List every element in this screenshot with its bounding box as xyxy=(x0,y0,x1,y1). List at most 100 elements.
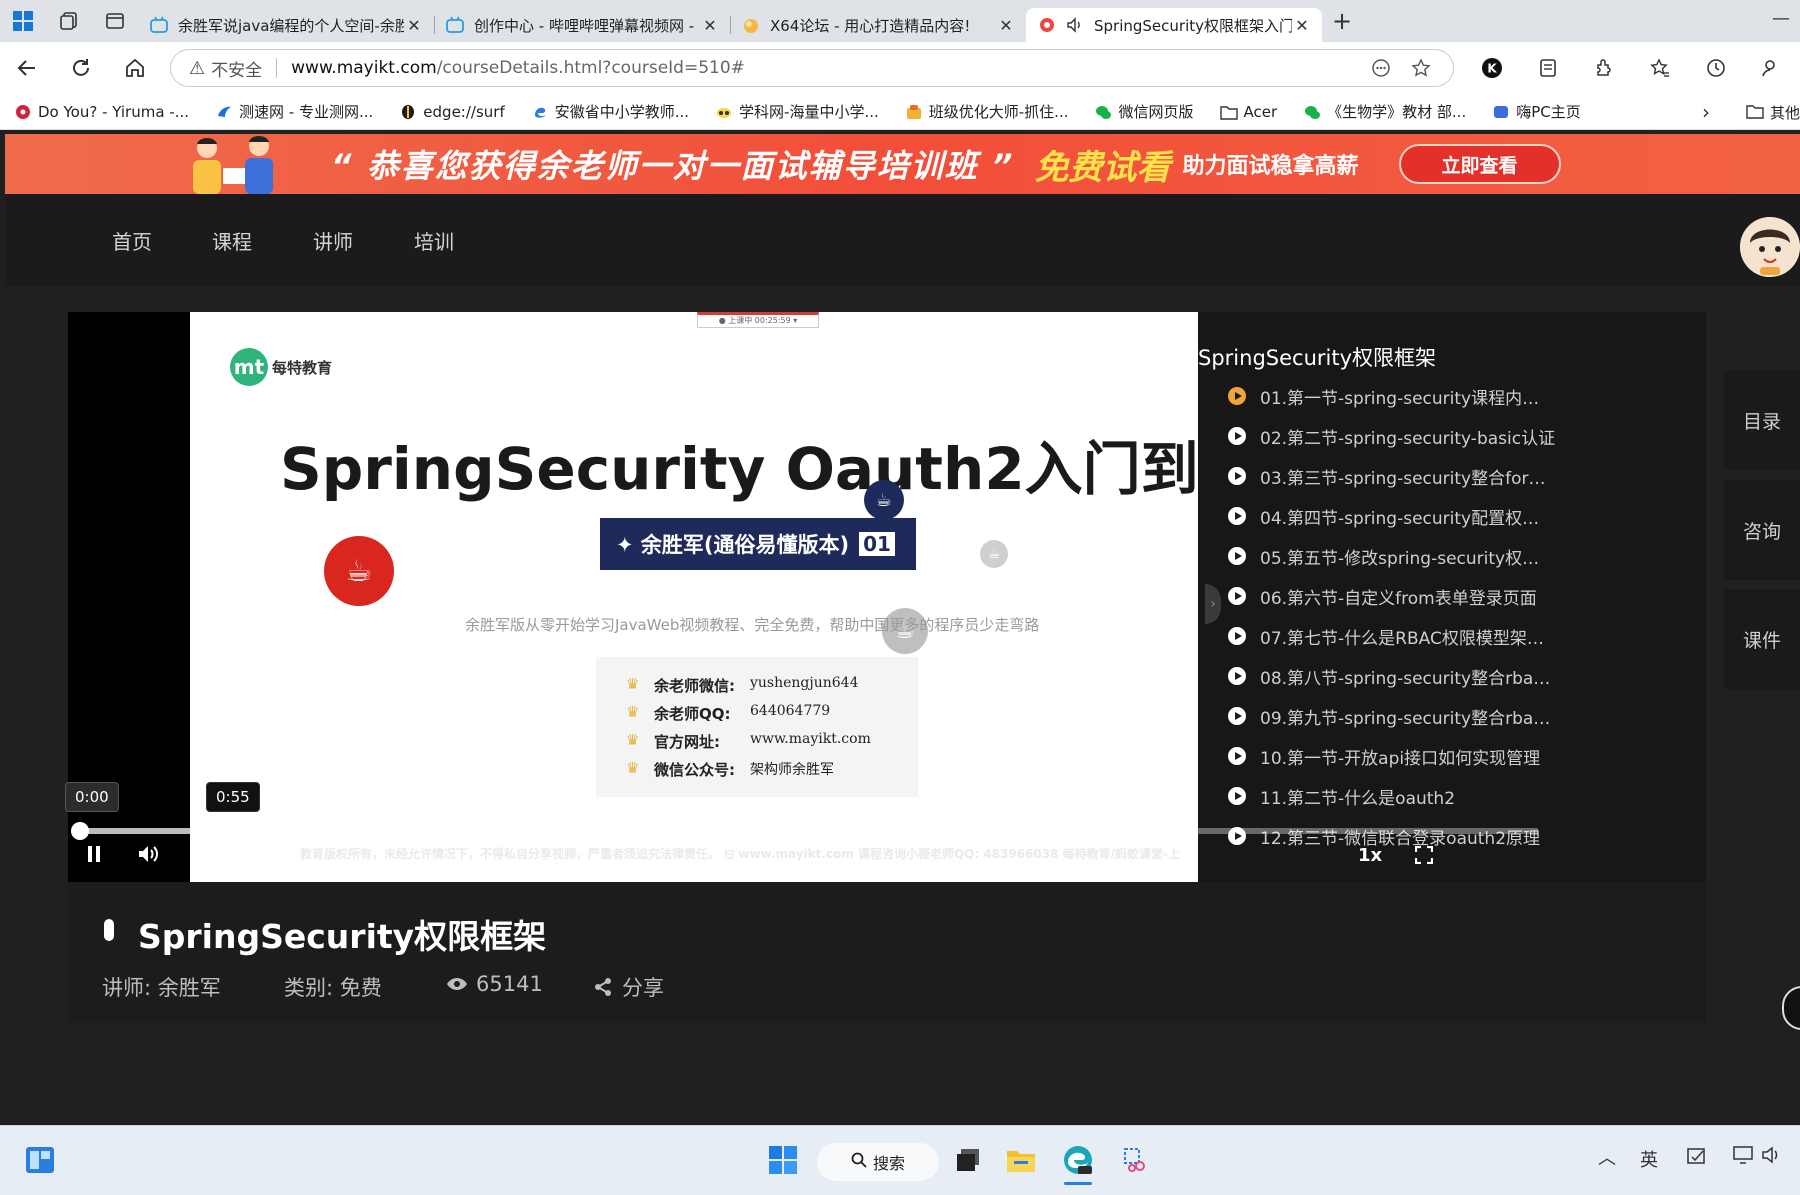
promo-banner[interactable]: “ 恭喜您获得余老师一对一面试辅导培训班 ” 免费试看 助力面试稳拿高薪 立即查… xyxy=(5,134,1800,194)
bookmark-item[interactable]: 《生物学》教材 部... xyxy=(1303,101,1466,122)
warning-icon[interactable]: ⚠ xyxy=(189,58,205,79)
course-teacher: 讲师: 余胜军 xyxy=(102,976,221,1000)
playlist-item[interactable]: 10.第一节-开放api接口如何实现管理 xyxy=(1228,744,1648,769)
reading-mode-icon[interactable] xyxy=(1361,58,1401,78)
volume-icon[interactable] xyxy=(136,842,160,870)
close-tab-icon[interactable]: ✕ xyxy=(700,16,720,35)
favorites-icon[interactable] xyxy=(1632,42,1688,94)
playlist-item[interactable]: 05.第五节-修改spring-security权… xyxy=(1228,544,1648,569)
playlist-item[interactable]: 02.第二节-spring-security-basic认证 xyxy=(1228,424,1648,449)
playlist-item[interactable]: 07.第七节-什么是RBAC权限模型架… xyxy=(1228,624,1648,649)
play-circle-icon xyxy=(1228,747,1246,765)
hover-time-tooltip: 0:55 xyxy=(206,782,260,812)
playlist-item[interactable]: 09.第九节-spring-security整合rba… xyxy=(1228,704,1648,729)
bookmark-item[interactable]: 班级优化大师-抓住... xyxy=(905,101,1068,122)
progress-handle[interactable] xyxy=(71,822,89,840)
tray-tools-icon[interactable] xyxy=(1686,1146,1708,1171)
edge-dev-icon[interactable] xyxy=(1060,1142,1096,1185)
browser-tab-1[interactable]: 余胜军说java编程的个人空间-余胜 ✕ xyxy=(138,8,434,42)
other-bookmarks[interactable]: 其他 xyxy=(1746,102,1800,123)
play-circle-icon xyxy=(1228,547,1246,565)
profile-share-icon[interactable] xyxy=(1744,42,1800,94)
playlist-item[interactable]: 01.第一节-spring-security课程内… xyxy=(1228,384,1648,409)
refresh-icon[interactable] xyxy=(54,42,108,94)
side-tab-catalog[interactable]: 目录 xyxy=(1724,370,1800,470)
crown-icon: ♛ xyxy=(626,731,640,749)
play-circle-icon xyxy=(1228,467,1246,485)
network-icon[interactable] xyxy=(1732,1144,1756,1171)
browser-tab-active[interactable]: SpringSecurity权限框架入门: ✕ xyxy=(1026,8,1322,42)
recording-timer: ● 上课中 00:25:59 ▾ xyxy=(697,312,819,328)
taskbar-search[interactable]: 搜索 xyxy=(817,1143,939,1181)
nav-teachers[interactable]: 讲师 xyxy=(313,226,353,255)
start-icon[interactable] xyxy=(765,1142,801,1178)
playlist-item-label: 03.第三节-spring-security整合for… xyxy=(1260,468,1546,489)
playlist-item[interactable]: 11.第二节-什么是oauth2 xyxy=(1228,784,1648,809)
favorite-star-icon[interactable] xyxy=(1401,58,1441,78)
bookmark-item[interactable]: 学科网-海量中小学... xyxy=(715,101,879,122)
minimize-window-icon[interactable]: — xyxy=(1772,8,1790,29)
bookmark-item[interactable]: edge://surf xyxy=(399,103,505,121)
close-tab-icon[interactable]: ✕ xyxy=(1292,16,1312,35)
haipc-favicon-icon xyxy=(1492,103,1510,121)
banner-cta-button[interactable]: 立即查看 xyxy=(1398,144,1561,184)
playlist-item[interactable]: 08.第八节-spring-security整合rba… xyxy=(1228,664,1648,689)
playback-rate-button[interactable]: 1x xyxy=(1358,845,1382,866)
bookmark-item[interactable]: 嗨PC主页 xyxy=(1492,101,1581,122)
playlist-item[interactable]: 04.第四节-spring-security配置权… xyxy=(1228,504,1648,529)
bookmark-item[interactable]: 测速网 - 专业测网... xyxy=(215,101,373,122)
chevron-right-icon[interactable]: › xyxy=(1702,100,1710,124)
side-tab-materials[interactable]: 课件 xyxy=(1724,589,1800,689)
playlist-item-label: 05.第五节-修改spring-security权… xyxy=(1260,548,1540,569)
nav-training[interactable]: 培训 xyxy=(414,226,454,255)
speaker-icon[interactable] xyxy=(1066,16,1084,34)
extensions-icon[interactable] xyxy=(1576,42,1632,94)
bookmark-item[interactable]: 微信网页版 xyxy=(1094,101,1194,122)
banner-subtext: 助力面试稳拿高薪 xyxy=(1182,154,1359,179)
collections-icon[interactable] xyxy=(1520,42,1576,94)
k-extension-icon[interactable]: K xyxy=(1464,42,1520,94)
playlist-item[interactable]: 03.第三节-spring-security整合for… xyxy=(1228,464,1648,489)
new-tab-icon[interactable]: + xyxy=(1322,0,1362,42)
edge-favicon-icon xyxy=(531,103,549,121)
close-tab-icon[interactable]: ✕ xyxy=(404,16,424,35)
pause-icon[interactable] xyxy=(84,844,104,868)
chat-float-button[interactable] xyxy=(1782,986,1800,1030)
playlist-item[interactable]: 06.第六节-自定义from表单登录页面 xyxy=(1228,584,1648,609)
back-icon[interactable] xyxy=(0,42,54,94)
tab-title: SpringSecurity权限框架入门: xyxy=(1094,16,1292,35)
bookmark-folder[interactable]: Acer xyxy=(1219,103,1277,121)
tab-actions-icon[interactable] xyxy=(92,0,138,42)
history-icon[interactable] xyxy=(1688,42,1744,94)
browser-tab-3[interactable]: X64论坛 - 用心打造精品内容! ✕ xyxy=(730,8,1026,42)
progress-bar[interactable] xyxy=(71,822,1538,840)
windows-icon[interactable] xyxy=(0,0,46,42)
ime-indicator[interactable]: 英 xyxy=(1640,1146,1658,1172)
buffered-range xyxy=(78,828,283,834)
tray-chevron-up-icon[interactable]: ︿ xyxy=(1598,1144,1616,1170)
fullscreen-icon[interactable] xyxy=(1414,845,1434,868)
widgets-icon[interactable] xyxy=(22,1142,58,1178)
address-bar[interactable]: ⚠ 不安全 www.mayikt.com /courseDetails.html… xyxy=(170,49,1455,87)
player-stage: ● 上课中 00:25:59 ▾ mt 每特教育 SpringSecurity … xyxy=(65,312,1706,882)
nav-courses[interactable]: 课程 xyxy=(212,226,252,255)
workspaces-icon[interactable] xyxy=(46,0,92,42)
nav-home[interactable]: 首页 xyxy=(112,226,152,255)
bilibili-favicon-icon xyxy=(446,16,464,34)
browser-tab-2[interactable]: 创作中心 - 哔哩哔哩弹幕视频网 - ✕ xyxy=(434,8,730,42)
insecure-label[interactable]: 不安全 xyxy=(211,56,262,81)
side-tab-consult[interactable]: 咨询 xyxy=(1724,480,1800,580)
bookmark-item[interactable]: 安徽省中小学教师... xyxy=(531,101,689,122)
file-explorer-icon[interactable] xyxy=(1003,1142,1039,1178)
share-icon xyxy=(595,978,611,996)
time-display: 0:00 / 8:08 xyxy=(203,848,288,864)
user-avatar[interactable] xyxy=(1740,217,1800,277)
close-tab-icon[interactable]: ✕ xyxy=(996,16,1016,35)
divider xyxy=(276,58,278,78)
speaker-tray-icon[interactable] xyxy=(1760,1144,1782,1171)
home-icon[interactable] xyxy=(108,42,162,94)
snipping-tool-icon[interactable] xyxy=(1118,1142,1154,1178)
share-button[interactable]: 分享 xyxy=(592,972,664,1002)
task-view-icon[interactable] xyxy=(950,1142,986,1178)
bookmark-item[interactable]: Do You? - Yiruma -... xyxy=(14,103,189,121)
